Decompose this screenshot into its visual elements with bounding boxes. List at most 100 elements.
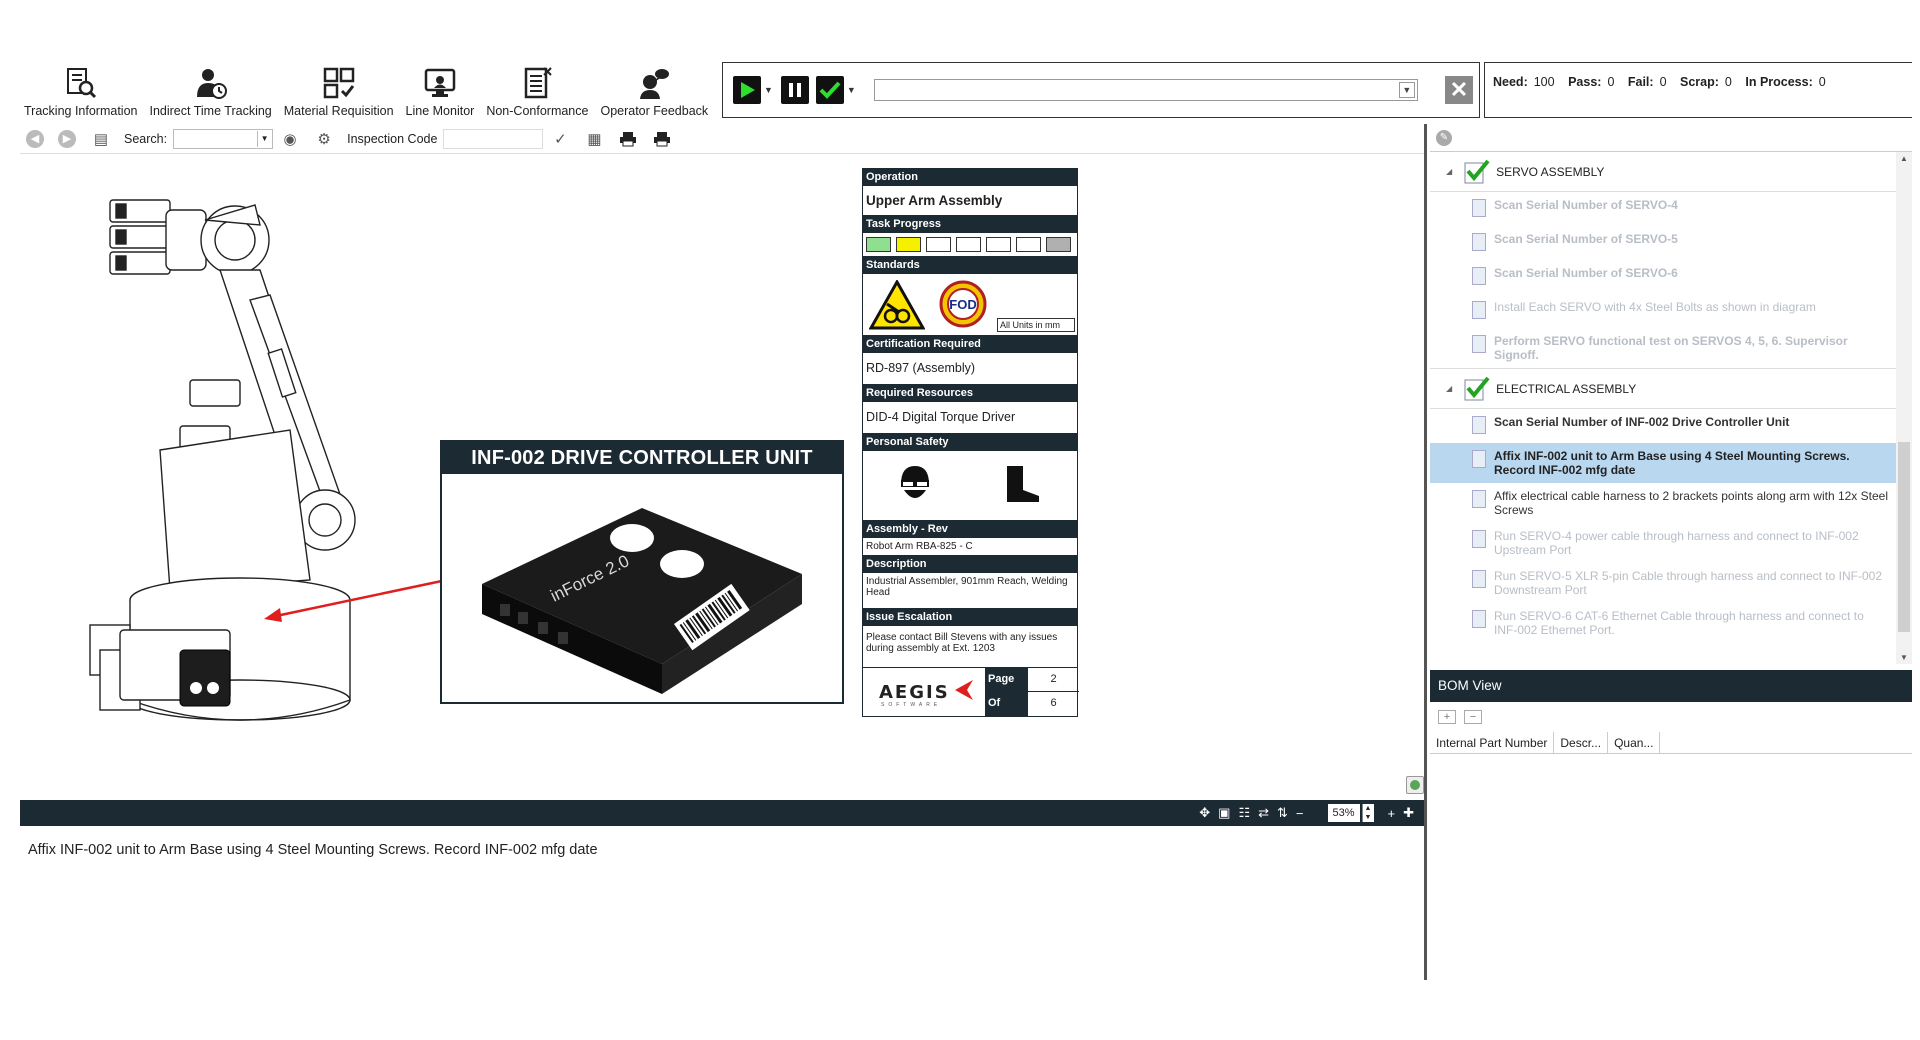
- task-item[interactable]: Run SERVO-6 CAT-6 Ethernet Cable through…: [1430, 603, 1896, 643]
- personal-safety-header: Personal Safety: [863, 434, 1077, 451]
- task-label: Affix INF-002 unit to Arm Base using 4 S…: [1494, 449, 1850, 477]
- complete-dropdown-caret[interactable]: ▼: [847, 85, 856, 95]
- task-doc-icon: [1472, 335, 1486, 353]
- pinch-hazard-warning-icon: [869, 280, 925, 330]
- need-label: Need:: [1493, 75, 1528, 89]
- chevron-down-icon[interactable]: ▼: [257, 130, 271, 147]
- page-of-label: Of: [985, 692, 1027, 716]
- bom-column-part-number[interactable]: Internal Part Number: [1430, 732, 1555, 753]
- task-label: Run SERVO-6 CAT-6 Ethernet Cable through…: [1494, 609, 1864, 637]
- scroll-up-icon[interactable]: ▲: [1896, 154, 1912, 163]
- task-doc-icon: [1472, 610, 1486, 628]
- task-item[interactable]: Run SERVO-5 XLR 5-pin Cable through harn…: [1430, 563, 1896, 603]
- print-all-icon[interactable]: [651, 128, 673, 150]
- page-indicator: Page 2 Of 6: [985, 668, 1079, 716]
- complete-button[interactable]: [815, 76, 844, 104]
- task-tree-scrollbar[interactable]: ▲ ▼: [1896, 152, 1912, 664]
- fit-page-icon[interactable]: ▣: [1218, 805, 1230, 821]
- zoom-in-icon[interactable]: +: [1388, 806, 1396, 821]
- task-item[interactable]: Scan Serial Number of SERVO-6: [1430, 260, 1896, 294]
- document-toolbar: ◀ ▶ ▤ Search: ▼ ◉ ⚙ Inspection Code ✓ ▦: [20, 124, 1424, 154]
- task-label: Run SERVO-4 power cable through harness …: [1494, 529, 1859, 557]
- task-label: Scan Serial Number of INF-002 Drive Cont…: [1494, 415, 1790, 429]
- zoom-width-icon[interactable]: ⇄: [1258, 805, 1269, 821]
- start-dropdown-caret[interactable]: ▼: [764, 85, 773, 95]
- task-doc-icon: [1472, 530, 1486, 548]
- task-progress-header: Task Progress: [863, 216, 1077, 233]
- pan-icon[interactable]: ✥: [1199, 805, 1210, 821]
- time-tracking-icon: [196, 69, 227, 99]
- print-icon[interactable]: [617, 128, 639, 150]
- start-button[interactable]: [733, 76, 761, 104]
- fail-value: 0: [1659, 75, 1667, 89]
- task-progress-step: [926, 237, 951, 252]
- expand-all-icon[interactable]: +: [1438, 710, 1456, 724]
- cancel-button[interactable]: ✕: [1445, 76, 1473, 104]
- task-item[interactable]: Scan Serial Number of INF-002 Drive Cont…: [1430, 409, 1896, 443]
- work-instruction-document: INF-002 DRIVE CONTROLLER UNIT inForce 2.…: [20, 156, 1424, 800]
- task-item[interactable]: Affix electrical cable harness to 2 brac…: [1430, 483, 1896, 523]
- aegis-logo: AEGIS: [879, 682, 950, 703]
- gear-icon[interactable]: ⚙: [313, 128, 335, 150]
- annotation-toggle-button[interactable]: [1406, 776, 1424, 794]
- edit-pencil-icon[interactable]: ✎: [1436, 130, 1452, 146]
- chevron-down-icon[interactable]: ▼: [1398, 82, 1415, 98]
- tracking-information-button[interactable]: Tracking Information: [18, 60, 143, 118]
- scrap-value: 0: [1724, 75, 1732, 89]
- search-input[interactable]: ▼: [173, 128, 274, 149]
- actual-size-icon[interactable]: ☷: [1238, 805, 1250, 821]
- operator-feedback-button[interactable]: Operator Feedback: [594, 60, 714, 118]
- task-progress-step: [986, 237, 1011, 252]
- search-label: Search:: [124, 131, 168, 146]
- binoculars-icon[interactable]: ◉: [279, 128, 301, 150]
- task-item[interactable]: Install Each SERVO with 4x Steel Bolts a…: [1430, 294, 1896, 328]
- bom-column-description[interactable]: Descr...: [1554, 732, 1609, 753]
- task-group-electrical-assembly[interactable]: ◢ ELECTRICAL ASSEMBLY: [1430, 369, 1896, 409]
- task-item[interactable]: Scan Serial Number of SERVO-5: [1430, 226, 1896, 260]
- indirect-time-tracking-button[interactable]: Indirect Time Tracking: [143, 60, 277, 118]
- line-monitor-button[interactable]: Line Monitor: [400, 60, 481, 118]
- inspection-code-label: Inspection Code: [347, 131, 438, 146]
- scroll-down-icon[interactable]: ▼: [1896, 653, 1912, 662]
- non-conformance-button[interactable]: Non-Conformance: [480, 60, 594, 118]
- step-select[interactable]: ▼: [873, 79, 1418, 101]
- zoom-level-input[interactable]: 53%: [1327, 804, 1360, 822]
- annotation-icon: [1410, 780, 1420, 790]
- task-doc-icon: [1472, 301, 1486, 319]
- inspection-code-input[interactable]: [443, 128, 544, 149]
- pause-button[interactable]: [780, 76, 809, 104]
- collapse-triangle-icon[interactable]: ◢: [1446, 167, 1452, 176]
- task-panel-header: ✎: [1430, 124, 1912, 152]
- zoom-height-icon[interactable]: ⇅: [1277, 805, 1288, 821]
- collapse-triangle-icon[interactable]: ◢: [1446, 384, 1452, 393]
- document-search-icon[interactable]: ▤: [90, 128, 112, 150]
- task-item[interactable]: Scan Serial Number of SERVO-4: [1430, 192, 1896, 226]
- scroll-thumb[interactable]: [1898, 442, 1910, 632]
- back-button[interactable]: ◀: [26, 129, 44, 148]
- resources-header: Required Resources: [863, 385, 1077, 402]
- certification-value: RD-897 (Assembly): [863, 353, 1077, 385]
- in-process-label: In Process:: [1745, 75, 1813, 89]
- inspection-check-icon[interactable]: ✓: [549, 128, 571, 150]
- page-of-value: 6: [1027, 692, 1079, 716]
- non-conformance-label: Non-Conformance: [486, 104, 589, 118]
- bom-column-quantity[interactable]: Quan...: [1608, 732, 1661, 753]
- task-item[interactable]: Perform SERVO functional test on SERVOS …: [1430, 328, 1896, 369]
- material-requisition-button[interactable]: Material Requisition: [278, 60, 400, 118]
- inspection-list-icon[interactable]: ▦: [583, 128, 605, 150]
- panel-splitter[interactable]: [1424, 124, 1427, 980]
- card-footer: AEGIS SOFTWARE Page 2 Of 6: [863, 668, 1079, 716]
- task-item[interactable]: Run SERVO-4 power cable through harness …: [1430, 523, 1896, 563]
- zoom-in-more-icon[interactable]: ✚: [1403, 805, 1414, 821]
- pause-icon: [788, 83, 801, 97]
- material-requisition-label: Material Requisition: [283, 104, 394, 118]
- personal-safety-row: [863, 451, 1077, 521]
- material-requisition-icon: [323, 67, 354, 99]
- task-group-servo-assembly[interactable]: ◢ SERVO ASSEMBLY: [1430, 152, 1896, 192]
- task-item-selected[interactable]: Affix INF-002 unit to Arm Base using 4 S…: [1430, 443, 1896, 483]
- zoom-out-magnifier-icon[interactable]: −: [1296, 806, 1304, 821]
- collapse-all-icon[interactable]: −: [1464, 710, 1482, 724]
- forward-button[interactable]: ▶: [58, 129, 76, 148]
- zoom-spinner[interactable]: ▲ ▼: [1361, 804, 1374, 822]
- bom-toolbar: + −: [1430, 704, 1912, 730]
